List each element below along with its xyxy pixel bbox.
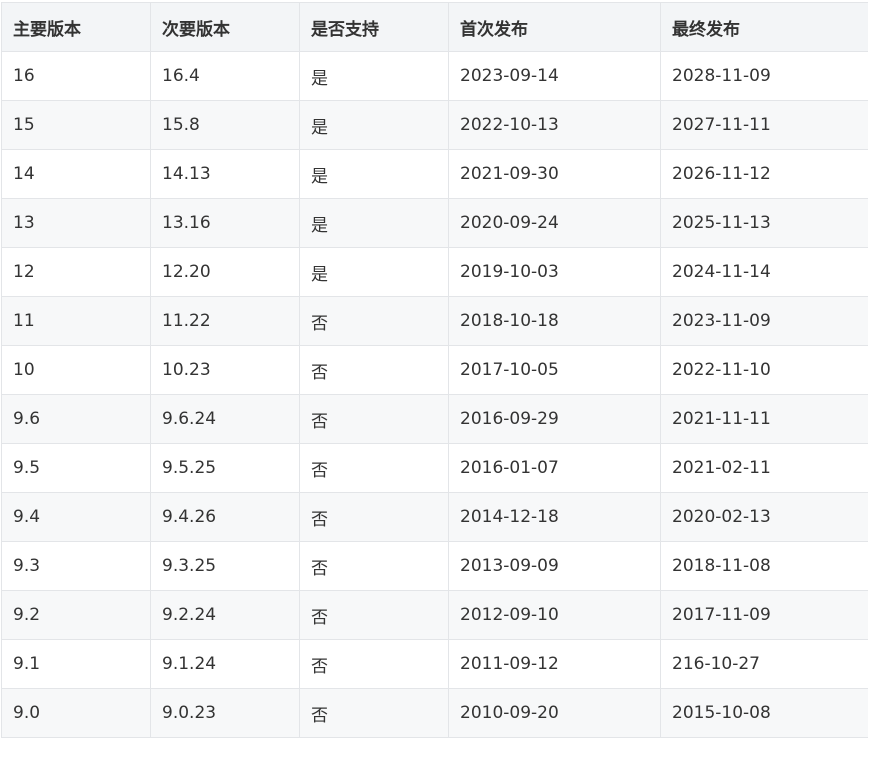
table-row: 13 13.16 是 2020-09-24 2025-11-13 [1,198,868,248]
table-row: 12 12.20 是 2019-10-03 2024-11-14 [1,247,868,297]
cell-minor-version: 9.1.24 [150,639,300,689]
table-row: 15 15.8 是 2022-10-13 2027-11-11 [1,100,868,150]
header-row: 主要版本 次要版本 是否支持 首次发布 最终发布 [1,2,868,52]
cell-major-version: 10 [1,345,151,395]
cell-final-release: 2018-11-08 [660,541,868,591]
cell-supported: 否 [299,590,449,640]
cell-final-release: 2028-11-09 [660,51,868,101]
cell-supported: 否 [299,639,449,689]
cell-first-release: 2014-12-18 [448,492,661,542]
table-row: 9.1 9.1.24 否 2011-09-12 216-10-27 [1,639,868,689]
cell-major-version: 9.1 [1,639,151,689]
table-row: 10 10.23 否 2017-10-05 2022-11-10 [1,345,868,395]
cell-supported: 否 [299,443,449,493]
cell-final-release: 2023-11-09 [660,296,868,346]
cell-supported: 是 [299,149,449,199]
cell-final-release: 2021-02-11 [660,443,868,493]
cell-minor-version: 9.0.23 [150,688,300,738]
cell-first-release: 2016-09-29 [448,394,661,444]
version-table-container: 主要版本 次要版本 是否支持 首次发布 最终发布 16 16.4 是 2023-09-… [1,2,868,738]
cell-major-version: 13 [1,198,151,248]
cell-first-release: 2022-10-13 [448,100,661,150]
cell-supported: 是 [299,247,449,297]
cell-major-version: 9.5 [1,443,151,493]
cell-first-release: 2020-09-24 [448,198,661,248]
cell-minor-version: 9.3.25 [150,541,300,591]
cell-final-release: 2015-10-08 [660,688,868,738]
cell-final-release: 2020-02-13 [660,492,868,542]
header-minor-version: 次要版本 [150,2,300,52]
table-row: 9.5 9.5.25 否 2016-01-07 2021-02-11 [1,443,868,493]
cell-minor-version: 14.13 [150,149,300,199]
cell-minor-version: 10.23 [150,345,300,395]
cell-major-version: 9.3 [1,541,151,591]
cell-final-release: 2017-11-09 [660,590,868,640]
cell-first-release: 2013-09-09 [448,541,661,591]
cell-minor-version: 12.20 [150,247,300,297]
cell-minor-version: 11.22 [150,296,300,346]
cell-minor-version: 9.5.25 [150,443,300,493]
table-header: 主要版本 次要版本 是否支持 首次发布 最终发布 [1,2,868,52]
cell-minor-version: 16.4 [150,51,300,101]
cell-major-version: 9.2 [1,590,151,640]
cell-first-release: 2017-10-05 [448,345,661,395]
table-body: 16 16.4 是 2023-09-14 2028-11-09 15 15.8 是 2022-1… [1,51,868,738]
cell-minor-version: 13.16 [150,198,300,248]
table-row: 14 14.13 是 2021-09-30 2026-11-12 [1,149,868,199]
cell-first-release: 2011-09-12 [448,639,661,689]
table-row: 9.3 9.3.25 否 2013-09-09 2018-11-08 [1,541,868,591]
cell-first-release: 2019-10-03 [448,247,661,297]
cell-first-release: 2010-09-20 [448,688,661,738]
cell-final-release: 2024-11-14 [660,247,868,297]
cell-first-release: 2018-10-18 [448,296,661,346]
cell-minor-version: 9.6.24 [150,394,300,444]
cell-supported: 否 [299,688,449,738]
table-row: 9.6 9.6.24 否 2016-09-29 2021-11-11 [1,394,868,444]
cell-supported: 否 [299,394,449,444]
cell-final-release: 2027-11-11 [660,100,868,150]
cell-final-release: 216-10-27 [660,639,868,689]
version-table: 主要版本 次要版本 是否支持 首次发布 最终发布 16 16.4 是 2023-09-… [1,2,868,738]
cell-minor-version: 9.4.26 [150,492,300,542]
cell-first-release: 2021-09-30 [448,149,661,199]
cell-major-version: 16 [1,51,151,101]
cell-minor-version: 15.8 [150,100,300,150]
cell-minor-version: 9.2.24 [150,590,300,640]
cell-major-version: 15 [1,100,151,150]
cell-final-release: 2021-11-11 [660,394,868,444]
cell-supported: 否 [299,345,449,395]
header-final-release: 最终发布 [660,2,868,52]
cell-major-version: 12 [1,247,151,297]
cell-major-version: 9.4 [1,492,151,542]
header-supported: 是否支持 [299,2,449,52]
cell-major-version: 9.0 [1,688,151,738]
cell-supported: 否 [299,296,449,346]
cell-major-version: 11 [1,296,151,346]
cell-supported: 是 [299,51,449,101]
header-major-version: 主要版本 [1,2,151,52]
cell-first-release: 2012-09-10 [448,590,661,640]
cell-final-release: 2022-11-10 [660,345,868,395]
table-row: 9.0 9.0.23 否 2010-09-20 2015-10-08 [1,688,868,738]
cell-supported: 是 [299,198,449,248]
cell-major-version: 14 [1,149,151,199]
cell-first-release: 2016-01-07 [448,443,661,493]
cell-major-version: 9.6 [1,394,151,444]
table-row: 16 16.4 是 2023-09-14 2028-11-09 [1,51,868,101]
cell-supported: 否 [299,492,449,542]
table-row: 9.2 9.2.24 否 2012-09-10 2017-11-09 [1,590,868,640]
cell-supported: 是 [299,100,449,150]
cell-final-release: 2026-11-12 [660,149,868,199]
cell-first-release: 2023-09-14 [448,51,661,101]
cell-final-release: 2025-11-13 [660,198,868,248]
table-row: 11 11.22 否 2018-10-18 2023-11-09 [1,296,868,346]
table-row: 9.4 9.4.26 否 2014-12-18 2020-02-13 [1,492,868,542]
header-first-release: 首次发布 [448,2,661,52]
cell-supported: 否 [299,541,449,591]
